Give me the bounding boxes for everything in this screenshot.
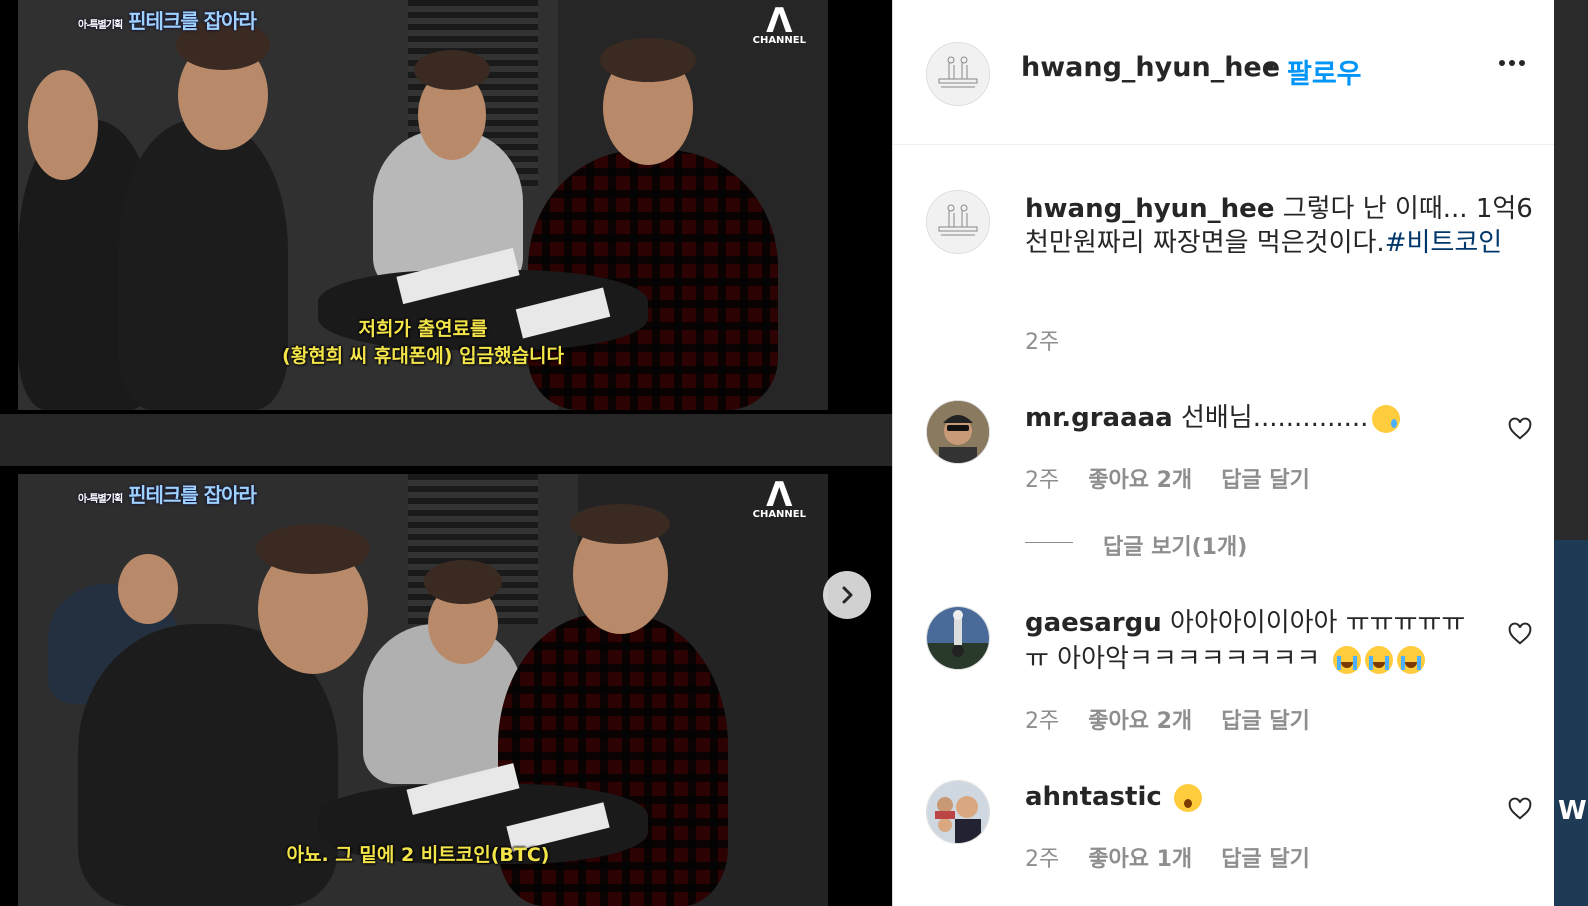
avatar[interactable]	[926, 42, 990, 106]
comment-meta: 2주 좋아요 2개 답글 달기	[1025, 462, 1310, 494]
caption-username[interactable]: hwang_hyun_hee	[1025, 194, 1274, 224]
channel-a-logo: Λ CHANNEL	[752, 1, 806, 46]
carousel-gap	[0, 414, 903, 466]
comment-likes[interactable]: 좋아요 2개	[1088, 709, 1192, 734]
heart-icon[interactable]	[1507, 796, 1533, 822]
replies-divider	[1025, 542, 1073, 543]
caption-timestamp[interactable]: 2주	[1025, 324, 1059, 356]
comment-likes[interactable]: 좋아요 2개	[1088, 468, 1192, 493]
comment-meta: 2주 좋아요 1개 답글 달기	[1025, 841, 1310, 873]
avatar[interactable]	[926, 606, 990, 670]
loudly-crying-face-icon	[1332, 645, 1361, 674]
crying-face-icon	[1372, 404, 1401, 433]
heart-icon[interactable]	[1507, 621, 1533, 647]
show-logo: 아-특별기획 핀테크를 잡아라	[78, 483, 257, 507]
reply-button[interactable]: 답글 달기	[1221, 847, 1310, 872]
comment-timestamp[interactable]: 2주	[1025, 709, 1059, 734]
comment-username[interactable]: ahntastic	[1025, 782, 1162, 812]
show-logo: 아-특별기획 핀테크를 잡아라	[78, 9, 257, 33]
comment-meta: 2주 좋아요 2개 답글 달기	[1025, 703, 1310, 735]
view-replies-button[interactable]: 답글 보기(1개)	[1103, 529, 1247, 561]
carousel-next-button[interactable]	[823, 571, 871, 619]
subtitle: 아뇨. 그 밑에 2 비트코인(BTC)	[286, 844, 550, 866]
avatar[interactable]	[926, 780, 990, 844]
subtitle: 저희가 출연료를 (황현희 씨 휴대폰에) 입금했습니다	[282, 318, 564, 367]
reply-button[interactable]: 답글 달기	[1221, 709, 1310, 734]
background-page-edge: W	[1554, 0, 1588, 906]
post-author-username[interactable]: hwang_hyun_hee	[1021, 52, 1280, 83]
chevron-right-icon	[842, 586, 853, 604]
comment-likes[interactable]: 좋아요 1개	[1088, 847, 1192, 872]
reply-button[interactable]: 답글 달기	[1221, 468, 1310, 493]
video-frame-bottom: 아-특별기획 핀테크를 잡아라 Λ CHANNEL 아뇨. 그 밑에 2 비트코인(…	[18, 474, 828, 906]
loudly-crying-face-icon	[1364, 645, 1393, 674]
post-caption: hwang_hyun_hee 그렇다 난 이때... 1억6천만원짜리 짜장면을…	[1025, 192, 1535, 260]
post-side-panel: hwang_hyun_hee • 팔로우 hwang_hyun_hee 그렇다 …	[892, 0, 1555, 906]
comment-body: mr.graaaa 선배님..............	[1025, 400, 1485, 436]
post-header: hwang_hyun_hee • 팔로우	[893, 0, 1555, 145]
face-with-open-mouth-icon	[1174, 783, 1203, 812]
caption-avatar[interactable]	[926, 190, 990, 254]
comment-timestamp[interactable]: 2주	[1025, 468, 1059, 493]
comment-body: ahntastic	[1025, 779, 1485, 815]
post-media: 아-특별기획 핀테크를 잡아라 Λ CHANNEL 저희가 출연료를 (황현희 씨 …	[0, 0, 903, 906]
separator-dot: •	[1263, 54, 1278, 82]
follow-button[interactable]: 팔로우	[1287, 52, 1362, 91]
hashtag-link[interactable]: #비트코인	[1385, 228, 1502, 258]
video-frame-top: 아-특별기획 핀테크를 잡아라 Λ CHANNEL 저희가 출연료를 (황현희 씨 …	[18, 0, 828, 410]
loudly-crying-face-icon	[1396, 645, 1425, 674]
comment-username[interactable]: gaesargu	[1025, 608, 1162, 638]
heart-icon[interactable]	[1507, 416, 1533, 442]
comment-username[interactable]: mr.graaaa	[1025, 403, 1173, 433]
avatar[interactable]	[926, 400, 990, 464]
comment-body: gaesargu 아아아이이아아 ㅠㅠㅠㅠㅠㅠ 아아악ㅋㅋㅋㅋㅋㅋㅋㅋ	[1025, 608, 1466, 674]
more-options-icon[interactable]	[1499, 60, 1525, 66]
channel-a-logo: Λ CHANNEL	[752, 475, 806, 520]
comment-timestamp[interactable]: 2주	[1025, 847, 1059, 872]
